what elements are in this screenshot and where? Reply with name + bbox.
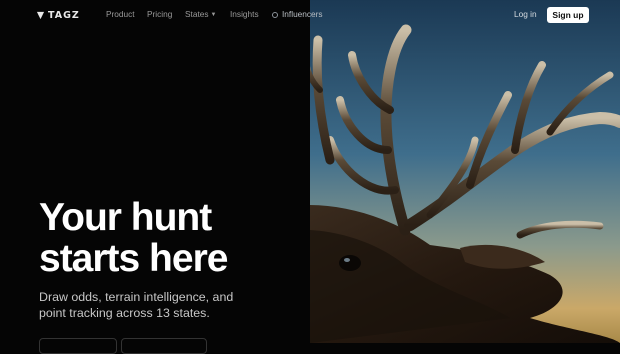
- hero-subhead-line1: Draw odds, terrain intelligence, and: [39, 290, 234, 304]
- hero-headline-line1: Your hunt: [39, 196, 212, 239]
- logo-mark-icon: [36, 11, 45, 19]
- influencers-icon: [272, 11, 278, 18]
- chevron-down-icon: ▼: [210, 12, 217, 18]
- top-navigation: TAGZ Product Pricing States ▼ Insights In…: [0, 0, 620, 30]
- nav-states[interactable]: States ▼: [185, 9, 216, 19]
- cta-secondary-button[interactable]: [121, 338, 207, 354]
- nav-pricing[interactable]: Pricing: [147, 9, 172, 19]
- hero-elk-image: [310, 0, 620, 343]
- brand-logo[interactable]: TAGZ: [36, 9, 80, 21]
- nav-influencers-label: Influencers: [282, 9, 323, 19]
- hero-headline-line2: starts here: [39, 237, 228, 280]
- signup-button[interactable]: Sign up: [547, 7, 589, 23]
- cta-primary-button[interactable]: [39, 338, 117, 354]
- hero-subhead-line2: point tracking across 13 states.: [39, 306, 210, 320]
- brand-name: TAGZ: [48, 9, 80, 21]
- nav-influencers[interactable]: Influencers: [272, 9, 323, 19]
- hero-subheadline: Draw odds, terrain intelligence, and poi…: [39, 289, 254, 321]
- hero-headline: Your hunt starts here: [39, 197, 289, 279]
- login-link[interactable]: Log in: [514, 9, 537, 19]
- nav-product[interactable]: Product: [106, 9, 135, 19]
- nav-insights[interactable]: Insights: [230, 9, 259, 19]
- nav-states-label: States: [185, 9, 209, 19]
